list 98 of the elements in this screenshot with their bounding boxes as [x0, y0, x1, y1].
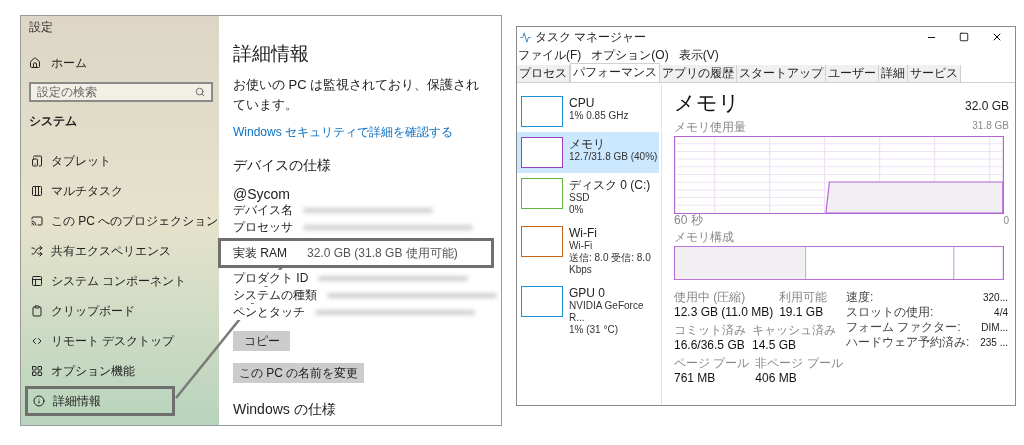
- tablet-icon: [31, 155, 43, 167]
- resource-item[interactable]: ディスク 0 (C:) SSD 0%: [517, 173, 659, 221]
- maximize-icon[interactable]: [959, 32, 969, 42]
- stat-value: 406 MB: [755, 370, 798, 387]
- detail-label: フォーム ファクター:: [846, 320, 961, 335]
- resource-detail: Wi-Fi: [569, 240, 594, 252]
- stat-label: コミット済み: [674, 323, 746, 337]
- rename-button[interactable]: この PC の名前を変更: [233, 362, 365, 383]
- resource-name: メモリ: [569, 137, 606, 151]
- resource-item[interactable]: CPU 1% 0.85 GHz: [517, 91, 659, 132]
- graph-label: メモリ使用量: [674, 119, 746, 136]
- detail-label: 速度:: [846, 290, 874, 305]
- resource-item[interactable]: GPU 0 NVIDIA GeForce R... 1% (31 °C): [517, 281, 659, 341]
- resource-item[interactable]: メモリ 12.7/31.8 GB (40%): [517, 132, 659, 173]
- resource-detail: NVIDIA GeForce R...: [569, 300, 645, 324]
- resource-name: CPU: [569, 96, 596, 110]
- section-title: システム: [29, 113, 78, 130]
- menu-item[interactable]: ファイル(F): [518, 48, 582, 63]
- graph-max: 31.8 GB: [972, 119, 1009, 133]
- axis-label: 60 秒: [674, 214, 703, 227]
- app-icon: [520, 31, 531, 43]
- cast-icon: [31, 215, 43, 227]
- stat-value: 16.6/36.5 GB: [674, 337, 746, 354]
- detail-label: ハードウェア予約済み:: [846, 335, 970, 350]
- stat-value: 761 MB: [674, 370, 717, 387]
- panel-title: メモリ: [674, 91, 740, 115]
- spec-label: システムの種類: [233, 287, 317, 303]
- detail-value: 320...: [982, 291, 1008, 305]
- home-link[interactable]: ホーム: [29, 54, 213, 72]
- home-icon: [29, 57, 41, 69]
- memory-total: 32.0 GB: [964, 98, 1009, 115]
- detail-value: 235 ...: [980, 336, 1008, 350]
- search-input[interactable]: 設定の検索: [37, 83, 177, 101]
- columns-icon: [31, 185, 43, 197]
- resource-detail: 送信: 8.0 受信: 8.0 Kbps: [569, 252, 652, 276]
- status-text: お使いの PC は監視されており、保護されています。: [233, 75, 481, 114]
- device-name: @Sycom: [233, 185, 290, 202]
- spec-value: 32.0 GB (31.8 GB 使用可能): [307, 244, 458, 262]
- tab[interactable]: ユーザー: [826, 65, 879, 82]
- spec-label: プロセッサ: [233, 219, 293, 235]
- menu-item[interactable]: オプション(O): [591, 48, 669, 63]
- resource-detail: SSD: [569, 192, 591, 204]
- resource-detail: 1% 0.85 GHz: [569, 110, 630, 122]
- search-icon: [195, 87, 205, 97]
- stat-label: 使用中 (圧縮): [674, 290, 747, 304]
- resource-name: Wi-Fi: [569, 226, 598, 240]
- stat-value: 19.1 GB: [779, 304, 825, 321]
- section-heading: Windows の仕様: [233, 399, 336, 419]
- info-icon: [33, 395, 45, 407]
- tab[interactable]: サービス: [908, 65, 961, 82]
- nav-item[interactable]: マルチタスク: [29, 176, 213, 206]
- clipboard-icon: [31, 305, 43, 317]
- resource-detail: 12.7/31.8 GB (40%): [569, 151, 659, 163]
- detail-label: スロットの使用:: [846, 305, 934, 320]
- section-heading: デバイスの仕様: [233, 155, 331, 175]
- nav-item[interactable]: オプション機能: [29, 356, 213, 386]
- nav-item[interactable]: 共有エクスペリエンス: [29, 236, 213, 266]
- resource-name: GPU 0: [569, 286, 606, 300]
- stat-label: 非ページ プール: [755, 356, 843, 370]
- spec-label: ペンとタッチ: [233, 304, 305, 320]
- detail-value: DIM...: [981, 321, 1008, 335]
- stat-value: 14.5 GB: [752, 337, 798, 354]
- tab[interactable]: プロセス: [517, 65, 570, 82]
- tab[interactable]: 詳細: [879, 65, 908, 82]
- tab[interactable]: アプリの履歴: [660, 65, 737, 82]
- menu-item[interactable]: 表示(V): [678, 48, 719, 63]
- graph-label: メモリ構成: [674, 229, 735, 246]
- resource-name: ディスク 0 (C:): [569, 178, 652, 192]
- axis-label: 0: [1003, 214, 1009, 227]
- shuffle-icon: [31, 245, 43, 257]
- window-title: 設定: [29, 19, 54, 36]
- close-icon[interactable]: [991, 31, 1003, 43]
- resource-item[interactable]: Wi-Fi Wi-Fi 送信: 8.0 受信: 8.0 Kbps: [517, 221, 659, 281]
- nav-item[interactable]: クリップボード: [29, 296, 213, 326]
- panels-icon: [31, 275, 43, 287]
- detail-value: 4/4: [994, 306, 1008, 320]
- tab[interactable]: パフォーマンス: [570, 63, 660, 82]
- stat-label: 利用可能: [779, 290, 828, 304]
- search-field[interactable]: 設定の検索: [29, 82, 213, 102]
- spec-label: プロダクト ID: [233, 270, 309, 286]
- window-title: タスク マネージャー: [535, 29, 647, 46]
- nav-item[interactable]: システム コンポーネント: [29, 266, 213, 296]
- nav-item[interactable]: 詳細情報: [25, 386, 175, 416]
- chevrons-icon: [31, 335, 43, 347]
- spec-label: 実装 RAM: [233, 244, 287, 262]
- resource-detail: 0%: [569, 204, 585, 216]
- grid-icon: [31, 365, 43, 377]
- spec-label: デバイス名: [233, 202, 293, 218]
- nav-item[interactable]: タブレット: [29, 146, 213, 176]
- security-link[interactable]: Windows セキュリティで詳細を確認する: [233, 122, 453, 141]
- copy-button[interactable]: コピー: [233, 330, 290, 351]
- resource-detail: 1% (31 °C): [569, 324, 619, 336]
- tab[interactable]: スタートアップ: [737, 65, 826, 82]
- page-title: 詳細情報: [233, 42, 309, 66]
- nav-item[interactable]: リモート デスクトップ: [29, 326, 213, 356]
- stat-label: ページ プール: [674, 356, 750, 370]
- stat-value: 12.3 GB (11.0 MB): [674, 304, 774, 321]
- stat-label: キャッシュ済み: [752, 323, 836, 337]
